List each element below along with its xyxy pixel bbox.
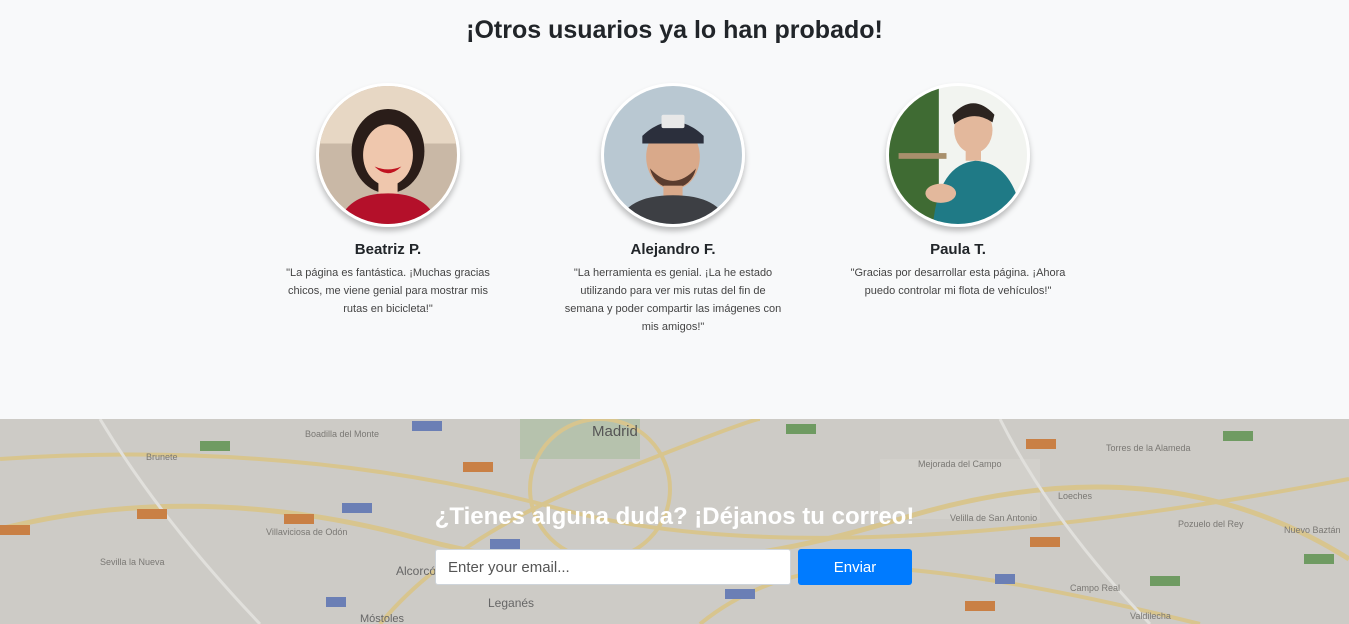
map-label: Loeches (1058, 491, 1093, 501)
testimonial-card: Paula T. "Gracias por desarrollar esta p… (838, 83, 1078, 300)
testimonials-title: ¡Otros usuarios ya lo han probado! (466, 16, 883, 44)
testimonial-quote: "La herramienta es genial. ¡La he estado… (564, 267, 782, 333)
map-label: Brunete (146, 452, 178, 462)
map-label: Leganés (488, 596, 534, 610)
map-label: Móstoles (360, 613, 405, 624)
testimonials-section: ¡Otros usuarios ya lo han probado! Beatr… (0, 0, 1349, 419)
send-button[interactable]: Enviar (798, 549, 912, 585)
avatar (601, 83, 745, 227)
testimonial-name: Alejandro F. (630, 241, 716, 258)
map-label: Madrid (592, 423, 638, 440)
contact-cta-section: Madrid Leganés Alcorcón Móstoles Boadill… (0, 419, 1349, 624)
map-label: Mejorada del Campo (918, 459, 1002, 469)
map-label: Valdilecha (1130, 611, 1171, 621)
map-label: Torres de la Alameda (1106, 443, 1191, 453)
email-input[interactable] (435, 549, 791, 585)
avatar (886, 83, 1030, 227)
testimonial-quote: "Gracias por desarrollar esta página. ¡A… (850, 267, 1066, 297)
map-label: Boadilla del Monte (305, 429, 379, 439)
map-label: Campo Real (1070, 583, 1120, 593)
testimonial-name: Beatriz P. (354, 241, 422, 258)
testimonial-quote: "La página es fantástica. ¡Muchas gracia… (286, 267, 490, 315)
testimonial-card: Beatriz P. "La página es fantástica. ¡Mu… (268, 83, 508, 318)
testimonial-card: Alejandro F. "La herramienta es genial. … (553, 83, 793, 336)
avatar (316, 83, 460, 227)
cta-title: ¿Tienes alguna duda? ¡Déjanos tu correo! (434, 503, 915, 530)
testimonial-name: Paula T. (930, 241, 986, 258)
map-label: Sevilla la Nueva (100, 557, 165, 567)
